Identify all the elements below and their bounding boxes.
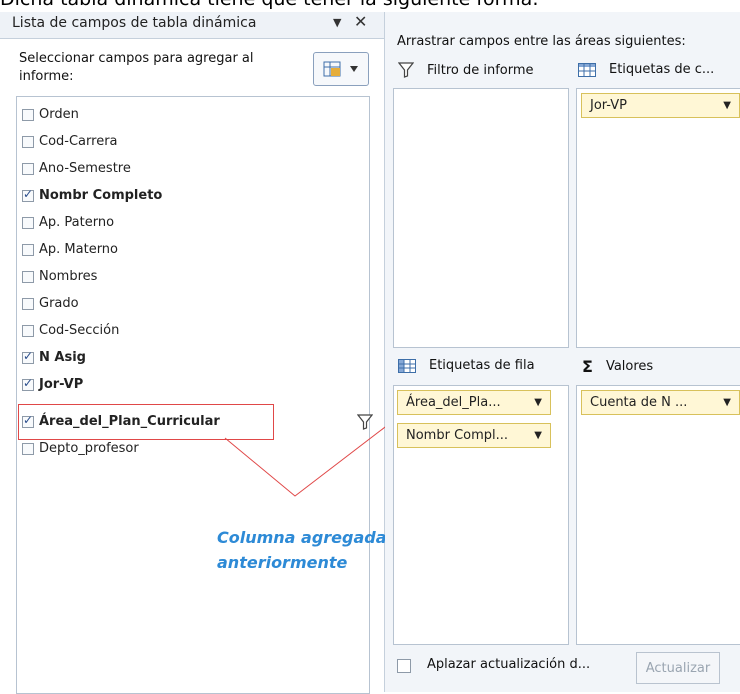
chevron-down-icon[interactable]: ▼ bbox=[723, 397, 731, 408]
column-field-chip[interactable]: Jor-VP ▼ bbox=[581, 93, 740, 118]
defer-update-label: Aplazar actualización d... bbox=[427, 657, 591, 672]
defer-update-checkbox[interactable] bbox=[397, 659, 411, 673]
report-filter-label: Filtro de informe bbox=[427, 62, 534, 78]
filter-icon bbox=[398, 62, 414, 78]
table-icon bbox=[398, 358, 416, 373]
chevron-down-icon[interactable]: ▼ bbox=[723, 100, 731, 111]
table-icon bbox=[578, 62, 596, 77]
chip-label: Jor-VP bbox=[590, 98, 627, 113]
report-filter-area[interactable] bbox=[393, 88, 569, 348]
values-label: Valores bbox=[605, 359, 654, 374]
row-field-chip-1[interactable]: Área_del_Pla... ▼ bbox=[397, 390, 551, 415]
sigma-icon: Σ bbox=[582, 357, 593, 376]
column-labels-label: Etiquetas de c... bbox=[609, 62, 715, 77]
row-field-chip-2[interactable]: Nombr Compl... ▼ bbox=[397, 423, 551, 448]
column-labels-area[interactable] bbox=[576, 88, 740, 348]
update-button[interactable]: Actualizar bbox=[636, 652, 720, 684]
report-filter-header: Filtro de informe bbox=[398, 62, 534, 78]
column-labels-header: Etiquetas de c... bbox=[578, 62, 714, 77]
chip-label: Nombr Compl... bbox=[406, 428, 509, 443]
chip-label: Cuenta de N ... bbox=[590, 395, 688, 410]
row-labels-header: Etiquetas de fila bbox=[398, 358, 535, 373]
values-area[interactable] bbox=[576, 385, 740, 645]
drag-fields-instruction: Arrastrar campos entre las áreas siguien… bbox=[397, 34, 686, 49]
values-header: Σ Valores bbox=[582, 357, 653, 376]
chevron-down-icon[interactable]: ▼ bbox=[534, 430, 542, 441]
chevron-down-icon[interactable]: ▼ bbox=[534, 397, 542, 408]
value-field-chip[interactable]: Cuenta de N ... ▼ bbox=[581, 390, 740, 415]
chip-label: Área_del_Pla... bbox=[406, 395, 501, 410]
row-labels-label: Etiquetas de fila bbox=[429, 358, 535, 373]
